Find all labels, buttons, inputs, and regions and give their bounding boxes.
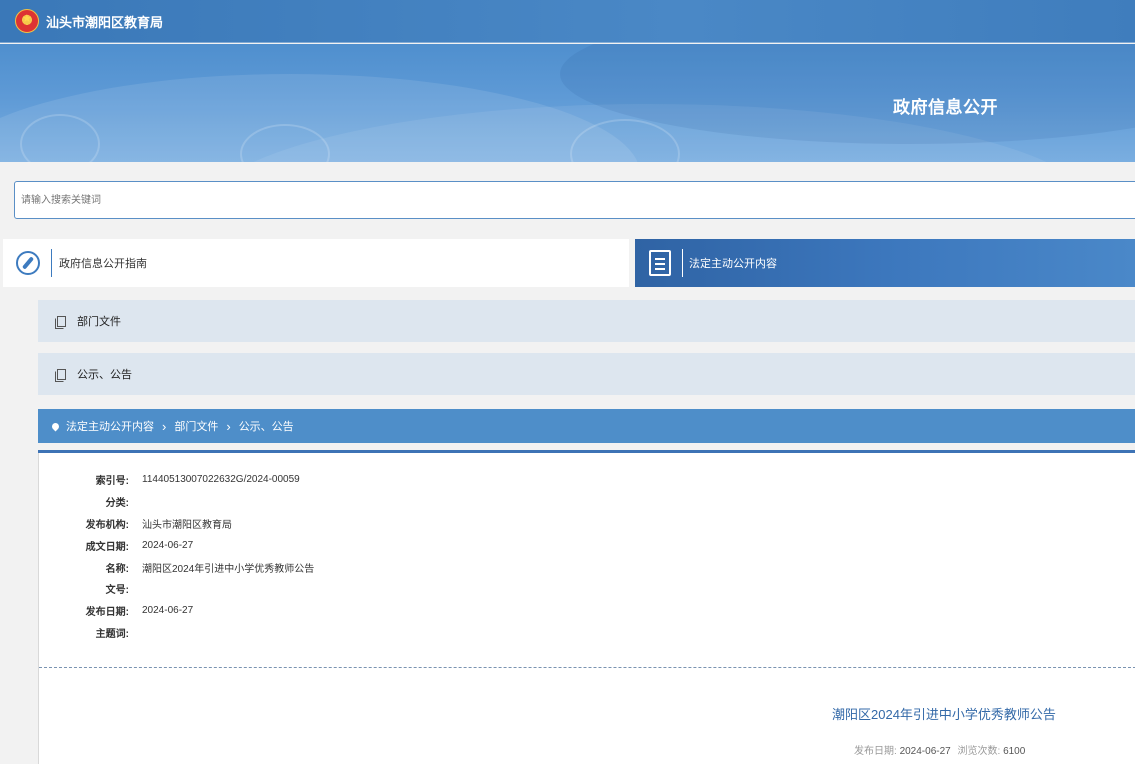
breadcrumb-item[interactable]: 法定主动公开内容	[66, 418, 154, 434]
compass-icon	[16, 251, 40, 275]
banner: 政府信息公开	[0, 44, 1135, 162]
document-title: 潮阳区2024年引进中小学优秀教师公告	[832, 707, 1056, 722]
search-box	[14, 181, 1135, 219]
metadata-table: 索引号: 11440513007022632G/2024-00059 分类: 发布…	[39, 469, 315, 644]
view-count: 6100	[1003, 746, 1026, 757]
meta-value: 11440513007022632G/2024-00059	[142, 474, 300, 486]
category-label: 部门文件	[77, 316, 121, 328]
breadcrumb-item[interactable]: 部门文件	[174, 418, 218, 434]
meta-value: 汕头市潮阳区教育局	[142, 519, 232, 531]
breadcrumb-item[interactable]: 公示、公告	[239, 418, 294, 434]
divider	[51, 249, 52, 277]
tab-label: 法定主动公开内容	[689, 258, 777, 270]
meta-row: 分类:	[39, 491, 314, 513]
meta-key: 发布日期:	[85, 607, 129, 619]
banner-title: 政府信息公开	[893, 98, 998, 117]
publish-date-label: 发布日期:	[854, 746, 897, 757]
copy-icon	[55, 368, 66, 382]
meta-value: 2024-06-27	[142, 605, 194, 617]
chevron-right-icon: ›	[226, 418, 231, 434]
meta-key: 主题词:	[95, 628, 129, 640]
national-emblem-icon	[15, 9, 39, 33]
meta-row: 发布日期: 2024-06-27	[39, 600, 314, 622]
meta-row: 成文日期: 2024-06-27	[39, 534, 314, 556]
location-pin-icon	[50, 421, 61, 431]
meta-row: 名称: 潮阳区2024年引进中小学优秀教师公告	[39, 556, 315, 578]
category-label: 公示、公告	[77, 369, 132, 381]
meta-key: 分类:	[105, 498, 129, 510]
publish-date: 2024-06-27	[899, 746, 951, 757]
site-name[interactable]: 汕头市潮阳区教育局	[46, 12, 163, 31]
tab-statutory-disclosure[interactable]: 法定主动公开内容	[635, 239, 1135, 287]
search-input[interactable]	[15, 182, 1135, 218]
meta-key: 发布机构:	[85, 519, 129, 531]
chevron-right-icon: ›	[162, 418, 167, 434]
views-label: 浏览次数:	[957, 746, 1001, 757]
copy-icon	[55, 315, 66, 329]
tab-label: 政府信息公开指南	[59, 258, 147, 270]
divider	[682, 249, 683, 277]
meta-row: 主题词:	[39, 622, 314, 644]
document-publish-info: 发布日期: 2024-06-27 浏览次数: 6100	[854, 742, 1025, 757]
tab-disclosure-guide[interactable]: 政府信息公开指南	[3, 239, 629, 287]
meta-value: 2024-06-27	[142, 539, 194, 551]
meta-key: 名称:	[105, 563, 129, 575]
meta-row: 文号:	[39, 578, 314, 600]
meta-row: 索引号: 11440513007022632G/2024-00059	[39, 469, 314, 491]
meta-row: 发布机构: 汕头市潮阳区教育局	[39, 513, 314, 535]
category-announcements[interactable]: 公示、公告	[38, 353, 1135, 395]
breadcrumb: 法定主动公开内容 › 部门文件 › 公示、公告	[38, 409, 1135, 443]
top-bar: 汕头市潮阳区教育局	[0, 0, 1135, 43]
meta-value: 潮阳区2024年引进中小学优秀教师公告	[142, 563, 315, 575]
document-info-panel: 索引号: 11440513007022632G/2024-00059 分类: 发布…	[38, 453, 1135, 764]
meta-key: 成文日期:	[85, 541, 129, 553]
dashed-divider	[39, 667, 1135, 668]
category-department-docs[interactable]: 部门文件	[38, 300, 1135, 342]
meta-key: 索引号:	[95, 476, 129, 488]
meta-key: 文号:	[105, 585, 129, 597]
document-icon	[649, 250, 671, 276]
